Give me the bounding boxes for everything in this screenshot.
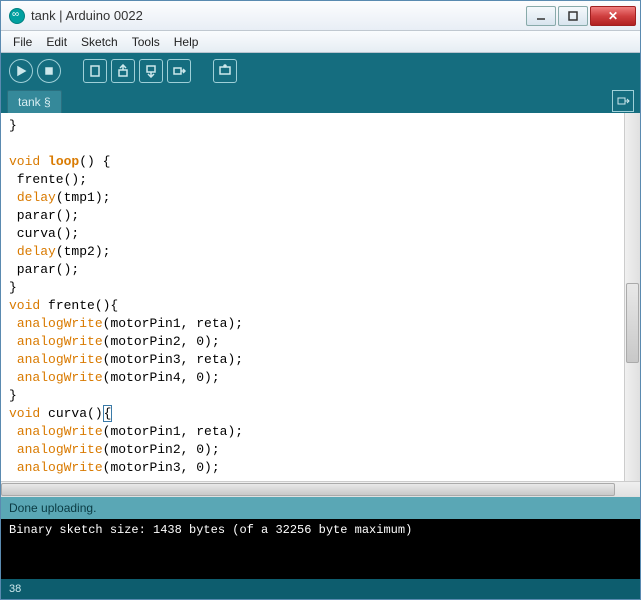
code-text: (tmp2); (56, 244, 111, 259)
status-message: Done uploading. (9, 501, 96, 515)
menu-sketch[interactable]: Sketch (75, 33, 124, 51)
save-button[interactable] (139, 59, 163, 83)
titlebar[interactable]: tank | Arduino 0022 ✕ (1, 1, 640, 31)
code-line: } (9, 118, 17, 133)
code-editor[interactable]: } void loop() { frente(); delay(tmp1); p… (1, 113, 624, 481)
code-keyword: void (9, 406, 40, 421)
menu-file[interactable]: File (7, 33, 38, 51)
code-line: frente(); (9, 172, 87, 187)
code-text: (motorPin4, 0); (103, 370, 220, 385)
footer-bar: 38 (1, 579, 640, 599)
minimize-button[interactable] (526, 6, 556, 26)
open-button[interactable] (111, 59, 135, 83)
code-text (9, 442, 17, 457)
code-function: delay (17, 190, 56, 205)
bottom-panel: Done uploading. Binary sketch size: 1438… (1, 497, 640, 599)
status-bar: Done uploading. (1, 497, 640, 519)
tab-current[interactable]: tank § (7, 90, 62, 113)
maximize-button[interactable] (558, 6, 588, 26)
menubar: File Edit Sketch Tools Help (1, 31, 640, 53)
stop-button[interactable] (37, 59, 61, 83)
code-function: delay (17, 244, 56, 259)
app-window: tank | Arduino 0022 ✕ File Edit Sketch T… (0, 0, 641, 600)
code-text: frente(){ (40, 298, 118, 313)
cursor-position: { (103, 405, 113, 422)
code-function: analogWrite (17, 316, 103, 331)
code-text: (motorPin1, reta); (103, 424, 243, 439)
window-title: tank | Arduino 0022 (31, 8, 526, 23)
verify-button[interactable] (9, 59, 33, 83)
code-function: analogWrite (17, 370, 103, 385)
code-function: analogWrite (17, 334, 103, 349)
code-text (9, 334, 17, 349)
console-output[interactable]: Binary sketch size: 1438 bytes (of a 322… (1, 519, 640, 579)
serial-monitor-button[interactable] (213, 59, 237, 83)
code-line: } (9, 388, 17, 403)
close-button[interactable]: ✕ (590, 6, 636, 26)
code-line: } (9, 280, 17, 295)
code-text: (tmp1); (56, 190, 111, 205)
arduino-icon (9, 8, 25, 24)
editor-area: } void loop() { frente(); delay(tmp1); p… (1, 113, 640, 481)
tabbar: tank § (1, 89, 640, 113)
window-buttons: ✕ (526, 6, 636, 26)
console-line: Binary sketch size: 1438 bytes (of a 322… (9, 523, 632, 537)
menu-edit[interactable]: Edit (40, 33, 73, 51)
code-text: (motorPin3, reta); (103, 352, 243, 367)
code-keyword: void (9, 154, 40, 169)
code-text: curva() (40, 406, 102, 421)
code-text (9, 316, 17, 331)
code-text (9, 190, 17, 205)
code-function: analogWrite (17, 352, 103, 367)
code-text: () { (79, 154, 110, 169)
code-keyword: loop (48, 154, 79, 169)
code-text: (motorPin2, 0); (103, 334, 220, 349)
code-text (9, 460, 17, 475)
hscroll-thumb[interactable] (1, 483, 615, 496)
line-number: 38 (9, 583, 21, 595)
new-button[interactable] (83, 59, 107, 83)
upload-button[interactable] (167, 59, 191, 83)
vertical-scrollbar[interactable] (624, 113, 640, 481)
code-line: parar(); (9, 262, 79, 277)
code-line: curva(); (9, 226, 79, 241)
vscroll-thumb[interactable] (626, 283, 639, 363)
horizontal-scrollbar[interactable] (1, 481, 640, 497)
code-text: (motorPin3, 0); (103, 460, 220, 475)
menu-help[interactable]: Help (168, 33, 205, 51)
tab-menu-button[interactable] (612, 90, 634, 112)
code-keyword: void (9, 298, 40, 313)
code-line: parar(); (9, 208, 79, 223)
code-text: (motorPin2, 0); (103, 442, 220, 457)
menu-tools[interactable]: Tools (126, 33, 166, 51)
code-function: analogWrite (17, 424, 103, 439)
code-text (9, 370, 17, 385)
code-text: (motorPin1, reta); (103, 316, 243, 331)
code-function: analogWrite (17, 460, 103, 475)
toolbar (1, 53, 640, 89)
code-text (9, 352, 17, 367)
code-text (9, 424, 17, 439)
code-text (9, 244, 17, 259)
code-function: analogWrite (17, 442, 103, 457)
